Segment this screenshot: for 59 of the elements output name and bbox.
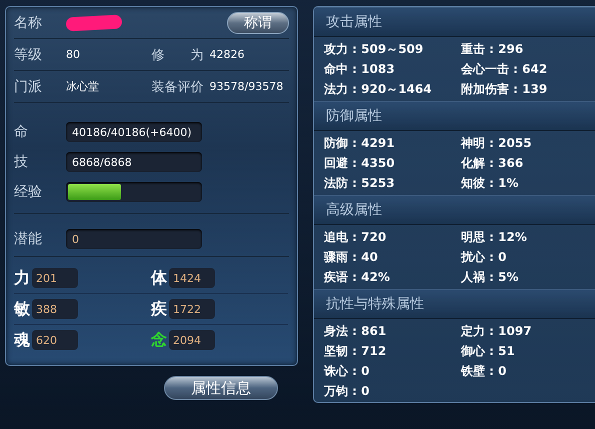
info-value: 80 [66, 48, 80, 61]
attribute-text: 化解 : 366 [461, 155, 524, 172]
bar-label: 命 [14, 123, 29, 141]
stat-value-field: 201 [32, 268, 78, 288]
stat-value-field: 388 [32, 299, 78, 319]
info-label: 修 为 [152, 46, 204, 64]
attribute-text: 附加伤害 : 139 [461, 81, 548, 98]
value-field: 6868/6868 [66, 152, 202, 172]
stat-label: 力 [14, 268, 31, 288]
attribute-text: 神明 : 2055 [461, 135, 533, 152]
stat-value-field: 2094 [169, 330, 215, 350]
stat-label: 敏 [14, 298, 31, 320]
info-value: 93578/93578 [210, 80, 284, 93]
section-title: 攻击属性 [326, 13, 382, 31]
stat-value-field: 620 [32, 330, 78, 350]
section-title: 抗性与特殊属性 [326, 295, 424, 313]
bar-label: 技 [14, 153, 29, 171]
name-label: 名称 [14, 14, 43, 32]
stat-label: 念 [151, 330, 168, 350]
attribute-text: 骤雨 : 40 [324, 249, 379, 266]
attribute-text: 攻力 : 509～509 [324, 41, 424, 58]
info-label: 装备评价 [152, 78, 204, 96]
attribute-text: 御心 : 51 [461, 343, 516, 360]
info-value: 冰心堂 [66, 79, 99, 94]
attributes-button[interactable]: 属性信息 [164, 376, 278, 400]
attribute-text: 法防 : 5253 [324, 175, 396, 192]
attribute-text: 定力 : 1097 [461, 323, 533, 340]
info-value: 42826 [210, 48, 244, 61]
attribute-text: 诛心 : 0 [324, 363, 371, 380]
attribute-text: 命中 : 1083 [324, 61, 396, 78]
attribute-text: 会心一击 : 642 [461, 61, 548, 78]
info-label: 等级 [14, 46, 43, 64]
attribute-text: 万钧 : 0 [324, 383, 371, 400]
section-title: 防御属性 [326, 107, 382, 125]
stat-label: 魂 [14, 330, 31, 350]
attribute-text: 追电 : 720 [324, 229, 388, 246]
stat-label: 体 [151, 268, 168, 288]
attribute-text: 人祸 : 5% [461, 269, 520, 286]
stat-label: 疾 [151, 298, 168, 320]
attribute-text: 回避 : 4350 [324, 155, 396, 172]
attribute-text: 扰心 : 0 [461, 249, 508, 266]
attribute-text: 防御 : 4291 [324, 135, 396, 152]
attribute-text: 法力 : 920～1464 [324, 81, 433, 98]
title-button[interactable]: 称谓 [227, 12, 289, 34]
section-title: 高级属性 [326, 201, 382, 219]
stat-value-field: 1424 [169, 268, 215, 288]
attribute-text: 重击 : 296 [461, 41, 524, 58]
info-label: 门派 [14, 78, 43, 96]
potential-label: 潜能 [14, 230, 43, 248]
attribute-text: 疾语 : 42% [324, 269, 391, 286]
attribute-text: 身法 : 861 [324, 323, 388, 340]
attribute-text: 明思 : 12% [461, 229, 528, 246]
attribute-text: 知彼 : 1% [461, 175, 520, 192]
attribute-text: 铁壁 : 0 [461, 363, 508, 380]
stat-value-field: 1722 [169, 299, 215, 319]
attribute-text: 坚韧 : 712 [324, 343, 388, 360]
value-field: 40186/40186(+6400) [66, 122, 202, 142]
potential-field: 0 [66, 229, 202, 249]
bar-label: 经验 [14, 183, 43, 201]
